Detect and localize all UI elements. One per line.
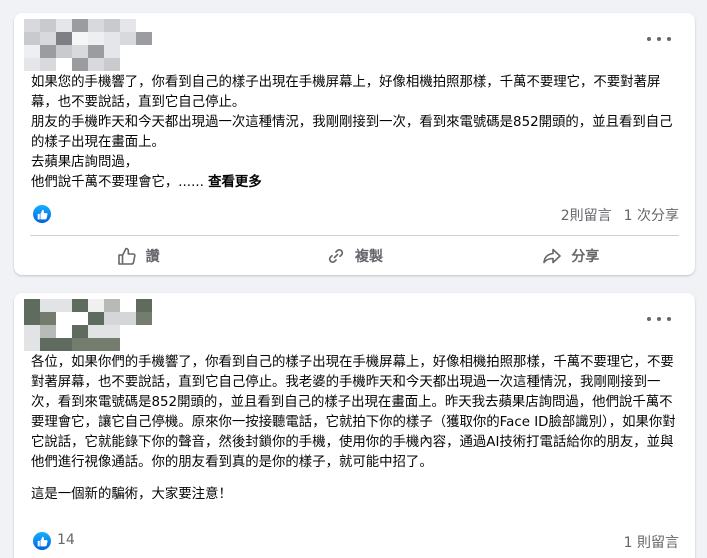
post-paragraph: 去蘋果店詢問過， — [31, 155, 139, 170]
post-stats: 2則留言 1 次分享 — [561, 205, 679, 225]
more-horizontal-icon — [647, 317, 651, 321]
share-icon — [543, 248, 562, 264]
share-button[interactable]: 分享 — [463, 240, 679, 272]
like-label: 讚 — [145, 249, 160, 265]
post-card: 如果您的手機響了，你看到自己的樣子出現在手機屏幕上，好像相機拍照那樣，千萬不要理… — [14, 13, 695, 275]
blurred-author-header — [24, 299, 152, 351]
comment-count[interactable]: 2則留言 — [561, 205, 612, 225]
post-stats: 1 則留言 — [624, 532, 679, 552]
like-reaction-icon[interactable] — [33, 205, 51, 223]
like-reaction-icon[interactable] — [33, 532, 51, 550]
post-paragraph: 他們說千萬不要理會它，...... 查看更多 — [31, 175, 262, 190]
post-paragraph: 如果您的手機響了，你看到自己的樣子出現在手機屏幕上，好像相機拍照那樣，千萬不要理… — [31, 75, 661, 110]
post-actions: 讚 複製 分享 — [30, 240, 679, 272]
copy-button[interactable]: 複製 — [246, 240, 462, 272]
reaction-count[interactable]: 14 — [57, 532, 75, 548]
see-more-link[interactable]: 查看更多 — [208, 175, 262, 190]
comment-count[interactable]: 1 則留言 — [624, 532, 679, 552]
post-paragraph: 朋友的手機昨天和今天都出現過一次這種情況，我剛剛接到一次，看到來電號碼是852開… — [31, 115, 673, 150]
post-paragraph: 這是一個新的騙術，大家要注意！ — [31, 487, 232, 502]
share-count[interactable]: 1 次分享 — [624, 205, 679, 225]
post-body: 如果您的手機響了，你看到自己的樣子出現在手機屏幕上，好像相機拍照那樣，千萬不要理… — [31, 73, 681, 193]
post-body: 各位，如果你們的手機響了，你看到自己的樣子出現在手機屏幕上，好像相機拍照那樣，千… — [31, 353, 681, 505]
post-card: 各位，如果你們的手機響了，你看到自己的樣子出現在手機屏幕上，好像相機拍照那樣，千… — [14, 293, 695, 558]
blurred-author-header — [24, 19, 152, 71]
more-options-button[interactable] — [647, 33, 671, 45]
more-horizontal-icon — [647, 37, 651, 41]
thumbs-up-icon — [117, 247, 136, 265]
post-paragraph: 各位，如果你們的手機響了，你看到自己的樣子出現在手機屏幕上，好像相機拍照那樣，千… — [31, 355, 676, 470]
divider — [30, 235, 679, 236]
link-icon — [328, 249, 344, 263]
copy-label: 複製 — [354, 249, 383, 265]
like-button[interactable]: 讚 — [30, 240, 246, 272]
more-options-button[interactable] — [647, 313, 671, 325]
share-label: 分享 — [571, 249, 600, 265]
